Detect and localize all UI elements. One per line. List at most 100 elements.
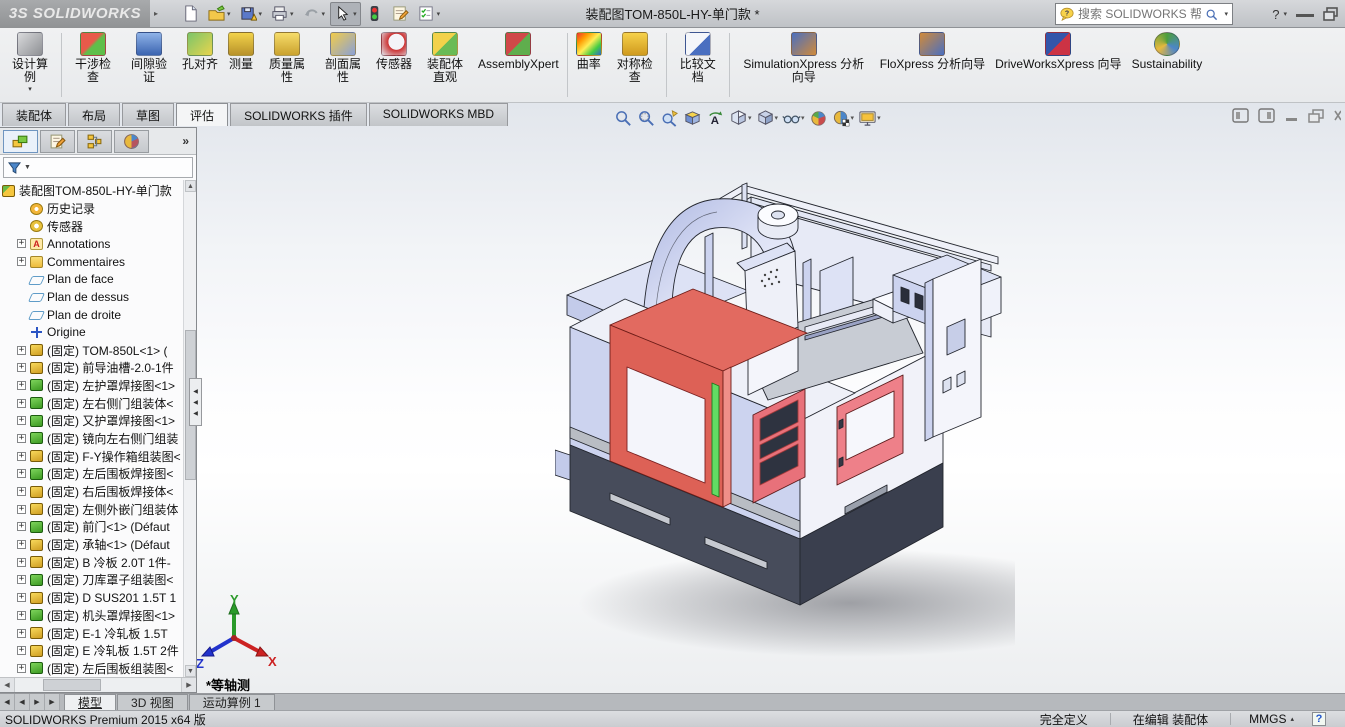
expand-icon[interactable]: +	[17, 505, 26, 514]
apply-scene-button[interactable]: ▾	[830, 106, 857, 130]
expand-icon[interactable]: +	[17, 363, 26, 372]
cm-floxpress-button[interactable]: FloXpress 分析向导	[875, 28, 990, 102]
expand-icon[interactable]: +	[17, 399, 26, 408]
cm-hole-align-button[interactable]: 孔对齐	[177, 28, 223, 102]
minimize-document-icon[interactable]	[1284, 109, 1299, 122]
tree-item[interactable]: Plan de dessus	[0, 288, 182, 306]
edit-appearance-button[interactable]	[807, 106, 830, 130]
tree-item[interactable]: 传感器	[0, 217, 182, 235]
expand-icon[interactable]: +	[17, 575, 26, 584]
displaymanager-tab[interactable]	[114, 130, 149, 153]
doc-nav-next-button[interactable]: ▶	[30, 694, 45, 710]
expand-icon[interactable]: +	[17, 239, 26, 248]
minimize-button[interactable]	[1296, 12, 1314, 17]
scrollbar-track[interactable]	[15, 678, 181, 692]
tree-item[interactable]: +(固定) 左侧外嵌门组装体	[0, 500, 182, 518]
tab-layout[interactable]: 布局	[68, 103, 120, 126]
zoom-selection-button[interactable]	[658, 106, 681, 130]
propertymanager-tab[interactable]	[40, 130, 75, 153]
units-selector[interactable]: MMGS ▴	[1231, 712, 1312, 726]
tree-item[interactable]: +(固定) E-1 冷轧板 1.5T	[0, 624, 182, 642]
logo-expand-button[interactable]: ▸	[150, 2, 162, 26]
cm-symmetry-check-button[interactable]: 对称检查	[607, 28, 663, 102]
cm-assembly-xpert-button[interactable]: AssemblyXpert	[473, 28, 564, 102]
cm-sensor-button[interactable]: 传感器	[371, 28, 417, 102]
new-document-button[interactable]	[178, 2, 203, 26]
tree-item[interactable]: +Annotations	[0, 235, 182, 253]
scrollbar-thumb[interactable]	[43, 679, 101, 691]
featuremanager-tab[interactable]	[3, 130, 38, 153]
tree-item[interactable]: +(固定) 左右侧门组装体<	[0, 394, 182, 412]
search-input[interactable]	[1078, 7, 1201, 21]
rebuild-button[interactable]	[362, 2, 387, 26]
tree-item[interactable]: 历史记录	[0, 200, 182, 218]
cm-section-props-button[interactable]: 剖面属性	[315, 28, 371, 102]
restore-document-icon[interactable]	[1308, 109, 1325, 123]
panel-collapse-handle[interactable]: ◀ ◀ ◀	[189, 378, 202, 426]
tree-item[interactable]: +(固定) F-Y操作箱组装图<	[0, 447, 182, 465]
expand-icon[interactable]: +	[17, 629, 26, 638]
tree-item[interactable]: +(固定) TOM-850L<1> (	[0, 341, 182, 359]
split-pane-left-icon[interactable]	[1232, 108, 1249, 123]
cm-driveworksxpress-button[interactable]: DriveWorksXpress 向导	[990, 28, 1126, 102]
filter-caret-icon[interactable]: ▼	[24, 164, 31, 171]
zoom-fit-button[interactable]	[612, 106, 635, 130]
panel-tabs-overflow-button[interactable]: »	[182, 134, 193, 148]
print-document-button[interactable]: ▾	[267, 2, 298, 26]
tab-evaluate[interactable]: 评估	[176, 103, 228, 126]
scroll-down-icon[interactable]: ▼	[185, 665, 196, 677]
cm-mass-props-button[interactable]: 质量属性	[259, 28, 315, 102]
tree-item[interactable]: +(固定) 机头罩焊接图<1>	[0, 607, 182, 625]
tree-root-item[interactable]: 装配图TOM-850L-HY-单门款	[0, 182, 182, 200]
expand-icon[interactable]: +	[17, 593, 26, 602]
doc-tab-motion-study-1[interactable]: 运动算例 1	[189, 694, 275, 710]
zoom-area-button[interactable]	[635, 106, 658, 130]
cm-measure-button[interactable]: 测量	[223, 28, 259, 102]
cm-interference-button[interactable]: 干涉检查	[65, 28, 121, 102]
tab-solidworks-addins[interactable]: SOLIDWORKS 插件	[230, 103, 367, 126]
cm-design-study-button[interactable]: 设计算例▾	[2, 28, 58, 102]
tree-item[interactable]: +(固定) D SUS201 1.5T 1	[0, 589, 182, 607]
expand-icon[interactable]: +	[17, 540, 26, 549]
dynamic-annotation-views-button[interactable]: A	[704, 106, 727, 130]
help-menu-button[interactable]: ?▾	[1272, 7, 1287, 22]
doc-tab-3d-views[interactable]: 3D 视图	[117, 694, 188, 710]
doc-nav-last-button[interactable]: ▶	[45, 694, 60, 710]
tree-item[interactable]: +(固定) 左后围板焊接图<	[0, 465, 182, 483]
tree-vertical-scrollbar[interactable]: ▲ ▼	[183, 180, 196, 677]
scroll-up-icon[interactable]: ▲	[185, 180, 196, 192]
tree-item[interactable]: +(固定) 左护罩焊接图<1>	[0, 377, 182, 395]
tab-solidworks-mbd[interactable]: SOLIDWORKS MBD	[369, 103, 508, 126]
tree-item[interactable]: +(固定) B 冷板 2.0T 1件-	[0, 553, 182, 571]
tree-filter[interactable]: ▼	[3, 157, 193, 178]
display-style-button[interactable]: ▾	[754, 106, 781, 130]
cm-simulationxpress-button[interactable]: SimulationXpress 分析向导	[733, 28, 875, 102]
tab-sketch[interactable]: 草图	[122, 103, 174, 126]
expand-icon[interactable]: +	[17, 522, 26, 531]
expand-icon[interactable]: +	[17, 469, 26, 478]
search-options-caret-icon[interactable]: ▾	[1224, 10, 1228, 18]
open-document-button[interactable]: ▾	[204, 2, 235, 26]
save-document-button[interactable]: ▾	[236, 2, 267, 26]
tree-item[interactable]: +Commentaires	[0, 253, 182, 271]
select-tool-button[interactable]: ▾	[330, 2, 361, 26]
tree-item[interactable]: +(固定) 右后围板焊接体<	[0, 483, 182, 501]
machine-3d-model[interactable]	[555, 175, 1015, 663]
search-icon[interactable]	[1205, 8, 1218, 21]
doc-nav-prev-button[interactable]: ◀	[15, 694, 30, 710]
tab-assembly[interactable]: 装配体	[2, 103, 66, 126]
tree-item[interactable]: Plan de droite	[0, 306, 182, 324]
view-orientation-button[interactable]: ▾	[727, 106, 754, 130]
configurationmanager-tab[interactable]	[77, 130, 112, 153]
search-box[interactable]: ? ▾	[1055, 3, 1233, 25]
section-view-button[interactable]	[681, 106, 704, 130]
tree-item[interactable]: +(固定) 左后围板组装图<	[0, 660, 182, 677]
tree-item[interactable]: +(固定) 刀库罩子组装图<	[0, 571, 182, 589]
cm-clearance-button[interactable]: 间隙验证	[121, 28, 177, 102]
tree-item[interactable]: +(固定) 承轴<1> (Défaut	[0, 536, 182, 554]
expand-icon[interactable]: +	[17, 381, 26, 390]
options-button[interactable]: ▾	[414, 2, 445, 26]
split-pane-right-icon[interactable]	[1258, 108, 1275, 123]
file-properties-button[interactable]	[388, 2, 413, 26]
view-settings-button[interactable]: ▾	[856, 106, 883, 130]
